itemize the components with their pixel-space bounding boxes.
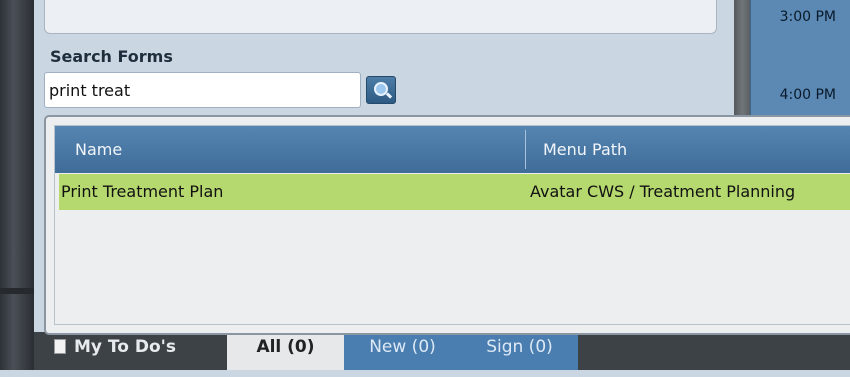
search-forms-input[interactable] <box>44 72 361 108</box>
tab-my-todos-label: My To Do's <box>74 337 176 357</box>
todo-tab-bar: My To Do's All (0) New (0) Sign (0) <box>34 332 850 370</box>
magnifier-handle <box>385 92 393 99</box>
column-divider[interactable] <box>525 130 526 169</box>
search-forms-label: Search Forms <box>50 47 173 66</box>
tab-new[interactable]: New (0) <box>344 332 461 370</box>
search-button[interactable] <box>366 76 396 104</box>
rail-notch <box>0 288 34 294</box>
result-menu-path-cell: Avatar CWS / Treatment Planning <box>530 182 796 201</box>
results-header: Name Menu Path <box>55 126 850 173</box>
top-content-box <box>44 0 717 34</box>
tab-my-todos[interactable]: My To Do's <box>44 332 227 370</box>
bottom-strip <box>0 370 850 377</box>
left-frame-rail <box>0 0 34 377</box>
calendar-time-3pm: 3:00 PM <box>779 9 836 25</box>
document-icon <box>54 339 66 354</box>
search-results-popup: Name Menu Path Print Treatment Plan Avat… <box>44 115 850 335</box>
result-name-cell: Print Treatment Plan <box>61 182 224 201</box>
column-header-menu-path[interactable]: Menu Path <box>543 126 627 173</box>
calendar-time-4pm: 4:00 PM <box>779 87 836 103</box>
tab-sign[interactable]: Sign (0) <box>461 332 578 370</box>
tab-all[interactable]: All (0) <box>227 332 344 370</box>
column-header-name[interactable]: Name <box>75 126 122 173</box>
calendar-strip: 3:00 PM 4:00 PM <box>750 0 850 118</box>
table-row[interactable]: Print Treatment Plan Avatar CWS / Treatm… <box>59 174 850 210</box>
results-table: Name Menu Path Print Treatment Plan Avat… <box>54 125 850 325</box>
